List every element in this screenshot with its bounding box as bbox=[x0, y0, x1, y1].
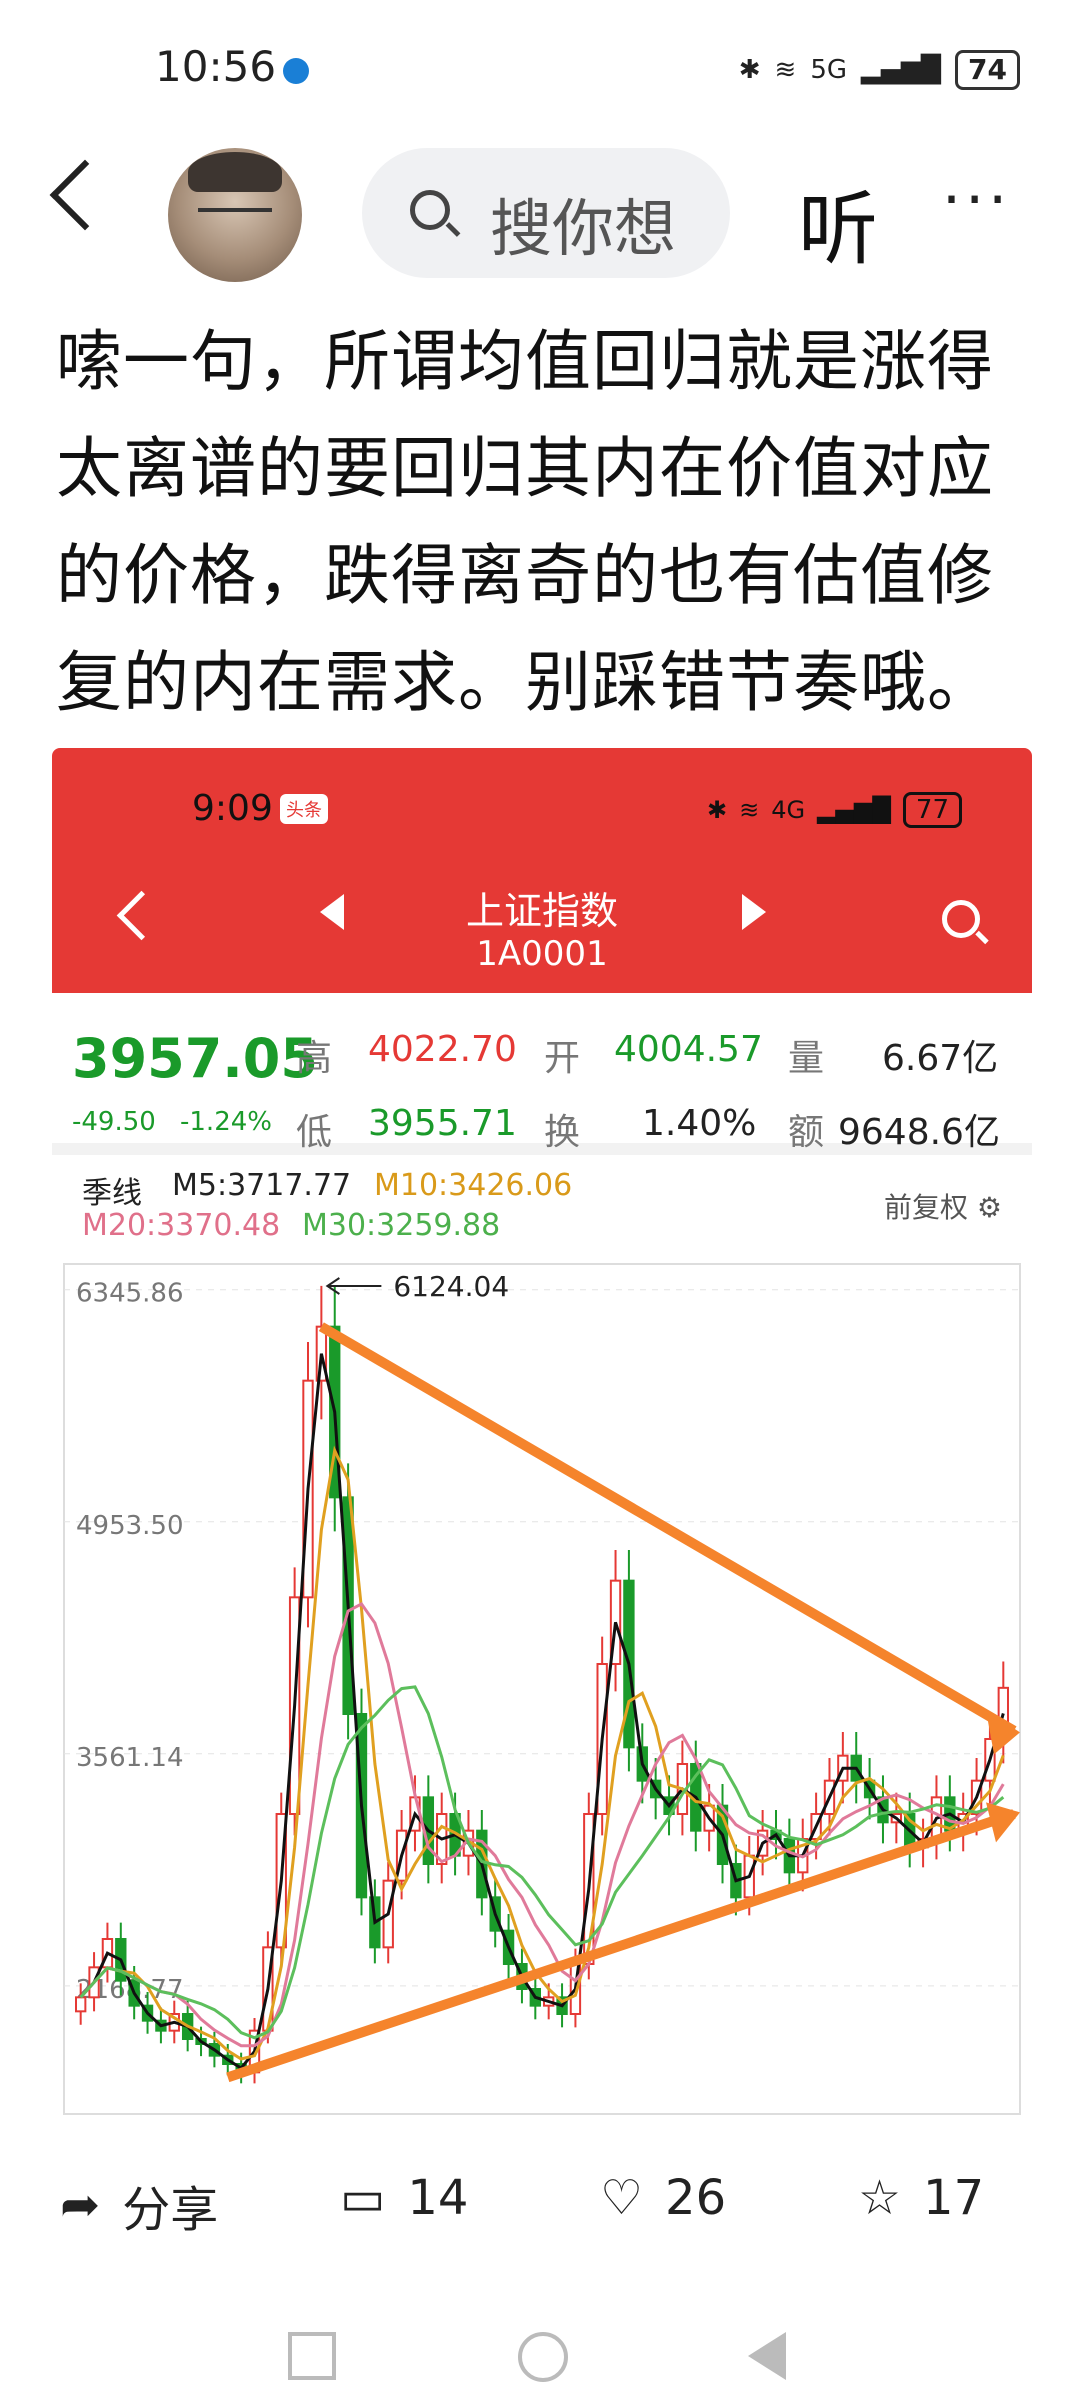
chart-frame bbox=[63, 1263, 1021, 2115]
back-icon[interactable] bbox=[49, 159, 121, 231]
recents-icon[interactable] bbox=[288, 2332, 336, 2380]
favorite-button[interactable]: ☆ 17 bbox=[858, 2170, 984, 2226]
network-label: 5G bbox=[810, 55, 848, 85]
post-text: 嗦一句，所谓均值回归就是涨得太离谱的要回归其内在价值对应的价格，跌得离奇的也有估… bbox=[56, 323, 994, 721]
comment-button[interactable]: ▭ 14 bbox=[340, 2170, 468, 2226]
image-bluetooth-icon: ✱ bbox=[706, 796, 728, 824]
quote-amount: 9648.6亿 bbox=[838, 1112, 1000, 1153]
image-signal-icon: ▂▄▆█ bbox=[817, 796, 891, 824]
quote-turnover: 1.40% bbox=[642, 1103, 757, 1144]
quote-high: 4022.70 bbox=[368, 1029, 517, 1070]
app-indicator-icon bbox=[283, 58, 309, 84]
favorite-count: 17 bbox=[923, 2170, 985, 2226]
home-icon[interactable] bbox=[518, 2332, 568, 2382]
like-button[interactable]: ♡ 26 bbox=[600, 2170, 726, 2226]
quote-volume-label: 量 bbox=[788, 1038, 825, 1079]
y-tick-label: 6345.86 bbox=[76, 1279, 184, 1309]
upper-trendline bbox=[318, 1322, 1017, 1735]
kline-svg: 6345.864953.503561.142168.776124.04 bbox=[63, 1263, 1021, 2115]
quote-price: 3957.05 bbox=[72, 1027, 318, 1090]
heart-icon: ♡ bbox=[600, 2170, 644, 2226]
image-index-title: 上证指数 bbox=[465, 889, 618, 933]
max-annotation-label: 6124.04 bbox=[393, 1270, 509, 1303]
comment-count: 14 bbox=[407, 2170, 469, 2226]
quote-volume: 6.67亿 bbox=[882, 1038, 999, 1079]
y-tick-label: 3561.14 bbox=[76, 1743, 184, 1773]
share-button[interactable]: ➦ 分享 bbox=[60, 2170, 218, 2240]
status-icons: ✱ ≋ 5G ▂▄▆█ 74 bbox=[739, 50, 1020, 90]
kline-chart: 季线 M5:3717.77 M10:3426.06 M20:3370.48 M3… bbox=[52, 1156, 1032, 2124]
image-network-label: 4G bbox=[771, 796, 806, 824]
bluetooth-icon: ✱ bbox=[738, 55, 761, 85]
y-tick-label: 4953.50 bbox=[76, 1511, 184, 1541]
image-app-badge: 头条 bbox=[280, 794, 328, 824]
ma30-label: M30:3259.88 bbox=[302, 1208, 501, 1243]
share-icon: ➦ bbox=[60, 2177, 101, 2233]
quote-change: -49.50 bbox=[72, 1107, 156, 1137]
share-label: 分享 bbox=[122, 2182, 219, 2238]
like-count: 26 bbox=[665, 2170, 727, 2226]
search-icon bbox=[410, 190, 450, 230]
quote-amount-label: 额 bbox=[788, 1112, 825, 1153]
ma20-label: M20:3370.48 bbox=[82, 1208, 281, 1243]
search-placeholder: 搜你想 bbox=[490, 192, 677, 265]
image-search-icon bbox=[942, 900, 980, 938]
comment-icon: ▭ bbox=[340, 2170, 386, 2226]
star-icon: ☆ bbox=[858, 2170, 902, 2226]
more-icon[interactable]: ··· bbox=[942, 170, 1011, 230]
signal-icon: ▂▄▆█ bbox=[861, 55, 942, 85]
gear-icon: ⚙ bbox=[976, 1191, 1002, 1224]
ma5-label: M5:3717.77 bbox=[172, 1168, 352, 1203]
image-status-icons: ✱ ≋ 4G ▂▄▆█ 77 bbox=[707, 792, 962, 828]
lower-trendline bbox=[226, 1809, 1016, 2083]
battery-icon: 74 bbox=[955, 50, 1020, 90]
lower-arrowhead bbox=[986, 1802, 1020, 1843]
image-battery-icon: 77 bbox=[902, 792, 962, 828]
status-time: 10:56 bbox=[155, 42, 277, 91]
back-nav-icon[interactable] bbox=[748, 2332, 786, 2380]
quote-open: 4004.57 bbox=[614, 1029, 763, 1070]
candle-body bbox=[75, 1996, 87, 2013]
image-next-icon bbox=[742, 894, 766, 930]
quote-change-pct: -1.24% bbox=[180, 1107, 272, 1137]
wifi-icon: ≋ bbox=[774, 55, 797, 85]
quote-panel: 3957.05 -49.50 -1.24% 高 4022.70 开 4004.5… bbox=[52, 993, 1032, 1155]
image-header: 9:09 头条 ✱ ≋ 4G ▂▄▆█ 77 上证指数 1A0001 bbox=[52, 748, 1032, 993]
quote-turnover-label: 换 bbox=[544, 1112, 581, 1153]
avatar[interactable] bbox=[168, 148, 302, 282]
ma10-label: M10:3426.06 bbox=[374, 1168, 573, 1203]
quote-open-label: 开 bbox=[544, 1038, 581, 1079]
post-image[interactable]: 9:09 头条 ✱ ≋ 4G ▂▄▆█ 77 上证指数 1A0001 3957.… bbox=[52, 748, 1032, 2124]
listen-button[interactable]: 听 bbox=[798, 165, 878, 281]
quote-low-label: 低 bbox=[296, 1112, 333, 1153]
quote-high-label: 高 bbox=[296, 1038, 333, 1079]
rights-text: 前复权 bbox=[883, 1191, 968, 1224]
image-status-time: 9:09 bbox=[192, 788, 273, 829]
search-bar[interactable]: 搜你想 bbox=[362, 148, 730, 278]
chart-period: 季线 bbox=[82, 1176, 142, 1211]
image-wifi-icon: ≋ bbox=[739, 796, 760, 824]
adjust-rights-label[interactable]: 前复权 ⚙ bbox=[884, 1186, 1002, 1226]
image-index-code: 1A0001 bbox=[476, 934, 608, 974]
quote-low: 3955.71 bbox=[368, 1103, 517, 1144]
